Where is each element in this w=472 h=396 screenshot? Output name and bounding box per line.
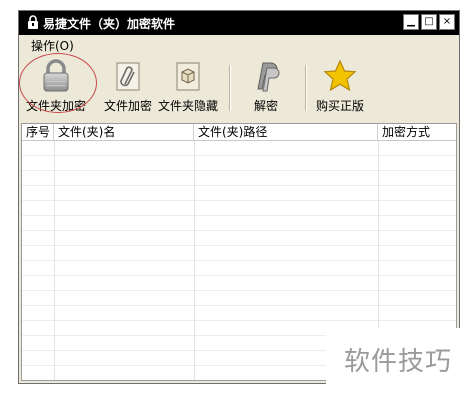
column-header-method[interactable]: 加密方式 bbox=[378, 124, 456, 140]
minimize-icon: ▁ bbox=[407, 16, 415, 27]
paperclip-document-icon bbox=[116, 62, 140, 91]
column-header-name[interactable]: 文件(夹)名 bbox=[54, 124, 194, 140]
column-divider bbox=[194, 141, 195, 380]
window-controls: ▁ □ × bbox=[403, 14, 455, 30]
buy-label: 购买正版 bbox=[315, 99, 364, 113]
star-icon bbox=[323, 59, 357, 92]
close-icon: × bbox=[442, 16, 452, 27]
folder-hide-label: 文件夹隐藏 bbox=[157, 99, 218, 113]
toolbar: 文件夹加密 文件加密 文件夹隐藏 解密 购买正版 bbox=[19, 53, 459, 123]
maximize-icon: □ bbox=[424, 16, 434, 27]
folder-encrypt-button[interactable]: 文件夹加密 bbox=[21, 59, 91, 121]
folder-encrypt-label: 文件夹加密 bbox=[25, 99, 86, 113]
paypal-p-icon bbox=[257, 62, 280, 92]
decrypt-button[interactable]: 解密 bbox=[231, 59, 301, 121]
menu-bar: 操作(O) bbox=[19, 35, 459, 55]
column-header-index[interactable]: 序号 bbox=[22, 124, 54, 140]
column-header-path[interactable]: 文件(夹)路径 bbox=[194, 124, 378, 140]
table-header: 序号 文件(夹)名 文件(夹)路径 加密方式 bbox=[22, 124, 456, 141]
decrypt-label: 解密 bbox=[253, 99, 278, 113]
window-title: 易捷文件（夹）加密软件 bbox=[43, 17, 176, 31]
title-bar[interactable]: 易捷文件（夹）加密软件 ▁ □ × bbox=[19, 11, 459, 35]
minimize-button[interactable]: ▁ bbox=[403, 14, 419, 30]
watermark: 软件技巧 bbox=[326, 328, 470, 390]
menu-operate[interactable]: 操作(O) bbox=[31, 37, 74, 54]
hidden-box-icon bbox=[176, 62, 200, 91]
lock-app-icon bbox=[28, 15, 38, 29]
buy-button[interactable]: 购买正版 bbox=[305, 59, 375, 121]
column-divider bbox=[54, 141, 55, 380]
close-button[interactable]: × bbox=[439, 14, 455, 30]
maximize-button[interactable]: □ bbox=[421, 14, 437, 30]
folder-hide-button[interactable]: 文件夹隐藏 bbox=[153, 59, 223, 121]
lock-icon bbox=[43, 59, 69, 92]
